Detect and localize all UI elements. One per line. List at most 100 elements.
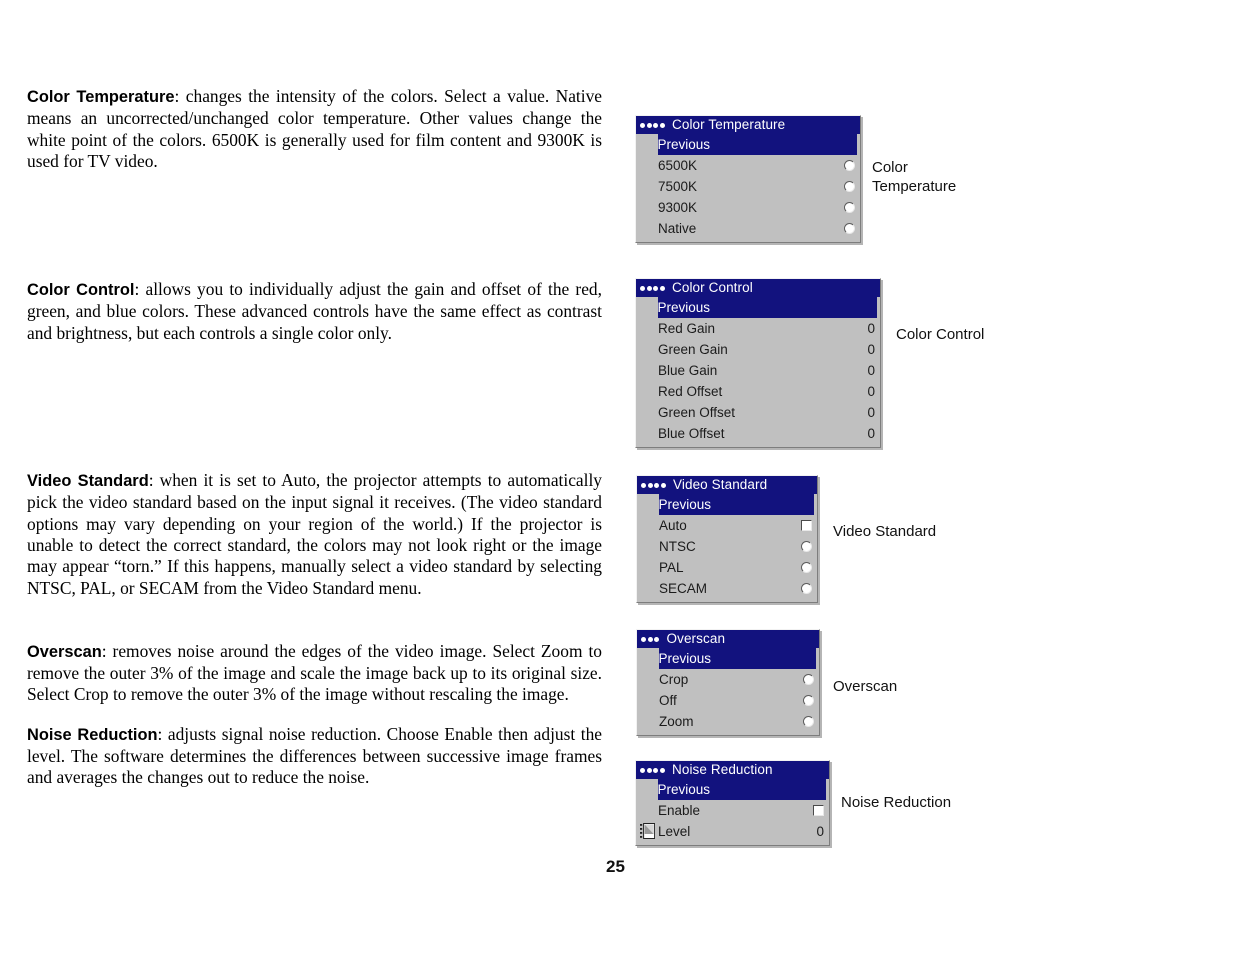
- radio-button[interactable]: [801, 583, 814, 594]
- menu-dots-icon: [641, 482, 667, 488]
- menu-item-previous[interactable]: Previous: [657, 297, 877, 318]
- radio-button[interactable]: [801, 562, 814, 573]
- radio-button[interactable]: [801, 541, 814, 552]
- term-color-control: Color Control: [27, 281, 135, 300]
- menu-item-label: Previous: [657, 137, 711, 152]
- menu-item-value: 0: [867, 342, 875, 357]
- menu-item-red-offset[interactable]: Red Offset 0: [658, 381, 877, 402]
- osd-menu-color-temperature[interactable]: Color Temperature Previous 6500K 7500K 9…: [635, 115, 861, 243]
- term-noise-reduction: Noise Reduction: [27, 725, 158, 744]
- osd-title-text: Color Temperature: [672, 117, 786, 132]
- callout-overscan: Overscan: [833, 678, 898, 695]
- menu-item-value: 0: [867, 426, 875, 441]
- callout-video-standard: Video Standard: [833, 523, 937, 540]
- menu-item-label: NTSC: [659, 539, 696, 554]
- menu-item-previous[interactable]: Previous: [657, 134, 857, 155]
- paragraph-color-control: Color Control: allows you to individuall…: [27, 279, 602, 344]
- menu-item-green-offset[interactable]: Green Offset 0: [658, 402, 877, 423]
- osd-title-bar-color-temperature: Color Temperature: [636, 116, 860, 134]
- menu-item-level[interactable]: Level 0: [640, 821, 826, 842]
- menu-item-label: Previous: [657, 300, 711, 315]
- level-slider-icon: [640, 823, 655, 839]
- osd-row-list: Previous 6500K 7500K 9300K Native: [636, 134, 860, 239]
- menu-item-secam[interactable]: SECAM: [659, 578, 814, 599]
- osd-row-list: Previous Crop Off Zoom: [637, 648, 819, 732]
- radio-button[interactable]: [803, 695, 816, 706]
- menu-item-value: 0: [867, 405, 875, 420]
- osd-title-bar-noise-reduction: Noise Reduction: [636, 761, 829, 779]
- paragraph-color-temperature: Color Temperature: changes the intensity…: [27, 86, 602, 172]
- term-overscan: Overscan: [27, 642, 102, 661]
- menu-item-auto[interactable]: Auto: [659, 515, 814, 536]
- osd-title-text: Color Control: [672, 280, 753, 295]
- menu-item-enable[interactable]: Enable: [658, 800, 826, 821]
- checkbox[interactable]: [801, 520, 814, 531]
- menu-item-label: Off: [659, 693, 677, 708]
- osd-row-list: Previous Red Gain 0 Green Gain 0 Blue Ga…: [636, 297, 880, 444]
- osd-menu-video-standard[interactable]: Video Standard Previous Auto NTSC PAL SE…: [636, 475, 818, 603]
- radio-button[interactable]: [844, 223, 857, 234]
- menu-item-off[interactable]: Off: [659, 690, 816, 711]
- radio-button[interactable]: [844, 202, 857, 213]
- menu-item-native[interactable]: Native: [658, 218, 857, 239]
- osd-menu-color-control[interactable]: Color Control Previous Red Gain 0 Green …: [635, 278, 881, 448]
- menu-item-label: Red Offset: [658, 384, 723, 399]
- menu-item-label: Green Gain: [658, 342, 728, 357]
- menu-item-label: 6500K: [658, 158, 698, 173]
- paragraph-video-standard: Video Standard: when it is set to Auto, …: [27, 470, 602, 599]
- menu-item-zoom[interactable]: Zoom: [659, 711, 816, 732]
- osd-title-bar-video-standard: Video Standard: [637, 476, 817, 494]
- menu-item-9300k[interactable]: 9300K: [658, 197, 857, 218]
- radio-button[interactable]: [844, 160, 857, 171]
- menu-item-label: Level: [658, 824, 691, 839]
- menu-item-ntsc[interactable]: NTSC: [659, 536, 814, 557]
- osd-title-text: Overscan: [666, 631, 726, 646]
- paragraph-overscan-text: : removes noise around the edges of the …: [27, 640, 602, 705]
- menu-item-previous[interactable]: Previous: [658, 494, 814, 515]
- osd-menu-overscan[interactable]: Overscan Previous Crop Off Zoom: [636, 629, 820, 736]
- menu-item-label: Green Offset: [658, 405, 736, 420]
- radio-button[interactable]: [844, 181, 857, 192]
- radio-button[interactable]: [803, 716, 816, 727]
- term-video-standard: Video Standard: [27, 472, 149, 491]
- term-color-temperature: Color Temperature: [27, 88, 175, 106]
- menu-item-value: 0: [867, 384, 875, 399]
- page-number: 25: [606, 857, 625, 876]
- paragraph-overscan: Overscan: removes noise around the edges…: [27, 641, 602, 706]
- menu-item-blue-offset[interactable]: Blue Offset 0: [658, 423, 877, 444]
- radio-button[interactable]: [803, 674, 816, 685]
- menu-item-label: Native: [658, 221, 697, 236]
- menu-item-green-gain[interactable]: Green Gain 0: [658, 339, 877, 360]
- menu-item-label: Previous: [658, 497, 712, 512]
- menu-dots-icon: [640, 767, 666, 773]
- checkbox[interactable]: [813, 805, 826, 816]
- menu-item-crop[interactable]: Crop: [659, 669, 816, 690]
- menu-item-label: 7500K: [658, 179, 698, 194]
- menu-dots-icon: [640, 285, 666, 291]
- menu-item-7500k[interactable]: 7500K: [658, 176, 857, 197]
- menu-item-blue-gain[interactable]: Blue Gain 0: [658, 360, 877, 381]
- menu-item-label: Red Gain: [658, 321, 716, 336]
- osd-title-bar-color-control: Color Control: [636, 279, 880, 297]
- osd-title-text: Noise Reduction: [672, 762, 773, 777]
- osd-menu-noise-reduction[interactable]: Noise Reduction Previous Enable Level 0: [635, 760, 830, 846]
- paragraph-noise-reduction: Noise Reduction: adjusts signal noise re…: [27, 724, 602, 789]
- menu-item-label: Zoom: [659, 714, 694, 729]
- menu-item-previous[interactable]: Previous: [658, 648, 816, 669]
- osd-title-text: Video Standard: [673, 477, 768, 492]
- menu-item-previous[interactable]: Previous: [657, 779, 826, 800]
- menu-item-pal[interactable]: PAL: [659, 557, 814, 578]
- menu-item-label: Auto: [659, 518, 687, 533]
- menu-item-label: Crop: [659, 672, 689, 687]
- body-text-column: Color Temperature: changes the intensity…: [27, 86, 602, 789]
- menu-item-6500k[interactable]: 6500K: [658, 155, 857, 176]
- menu-item-red-gain[interactable]: Red Gain 0: [658, 318, 877, 339]
- osd-row-list: Previous Enable Level 0: [636, 779, 829, 842]
- menu-item-label: PAL: [659, 560, 684, 575]
- menu-item-label: Previous: [657, 782, 711, 797]
- menu-item-value: 0: [816, 824, 824, 839]
